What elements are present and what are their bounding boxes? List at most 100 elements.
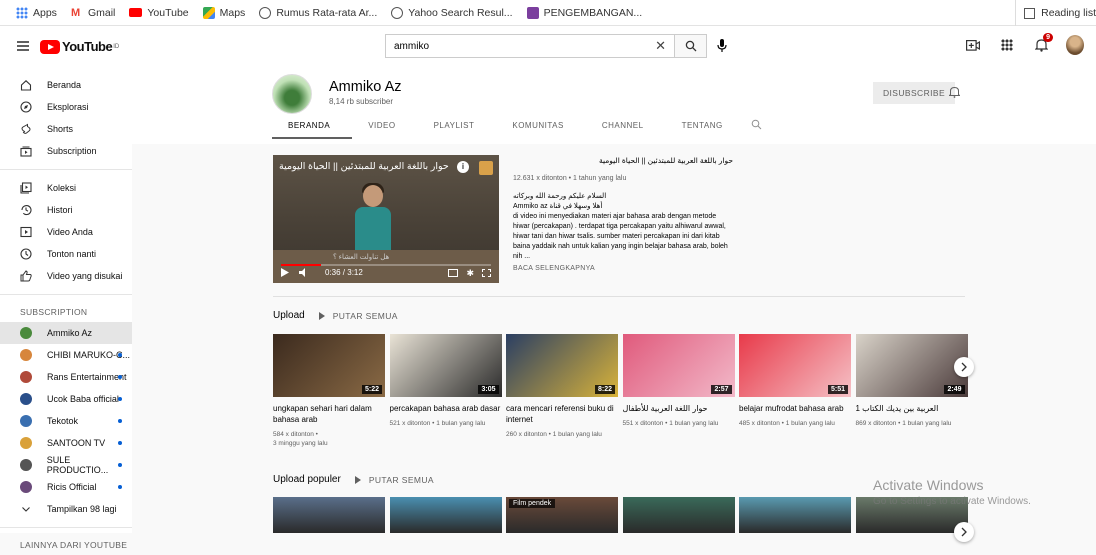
shelf-next-button[interactable]	[954, 357, 974, 377]
microphone-icon	[717, 39, 727, 52]
bookmark-apps[interactable]: Apps	[16, 6, 57, 19]
fullscreen-icon[interactable]	[482, 268, 491, 277]
tab-playlist[interactable]: PLAYLIST	[418, 121, 497, 139]
sidebar-item-subscription[interactable]: Subscription	[0, 140, 132, 162]
search-box[interactable]: ✕	[385, 34, 675, 58]
play-icon	[318, 311, 325, 320]
search-button[interactable]	[675, 34, 707, 58]
tab-komunitas[interactable]: KOMUNITAS	[496, 121, 585, 139]
video-title[interactable]: cara mencari referensi buku di internet	[506, 403, 618, 425]
volume-icon[interactable]	[299, 268, 309, 277]
channel-search-button[interactable]	[751, 119, 762, 139]
upload-shelf-title[interactable]: Upload	[273, 310, 305, 321]
bookmark-rumus[interactable]: Rumus Rata-rata Ar...	[259, 6, 377, 19]
info-icon[interactable]: i	[457, 161, 469, 173]
video-title[interactable]: حوار اللغة العربية للأطفال	[623, 403, 735, 414]
video-thumbnail[interactable]: 2:57	[622, 334, 735, 397]
video-duration: 8:22	[594, 385, 615, 394]
account-button[interactable]	[1066, 35, 1084, 55]
sidebar-subscription-item[interactable]: Ricis Official	[0, 476, 132, 498]
sidebar-item-koleksi[interactable]: Koleksi	[0, 177, 132, 199]
sidebar-subscription-item[interactable]: Ammiko Az	[0, 322, 132, 344]
popular-shelf-title[interactable]: Upload populer	[273, 474, 341, 485]
voice-search-button[interactable]	[712, 36, 732, 56]
video-thumbnail[interactable]: 3:05	[389, 334, 502, 397]
subtitles-icon[interactable]	[448, 268, 459, 277]
video-card[interactable]: 5:51 belajar mufrodat bahasa arab 485 x di…	[739, 334, 851, 428]
apps-button[interactable]	[998, 36, 1016, 54]
play-icon[interactable]	[281, 268, 289, 277]
reading-list-icon	[1024, 7, 1036, 19]
video-card[interactable]: 8:22 cara mencari referensi buku di inter…	[506, 334, 618, 439]
video-thumbnail[interactable]: 5:51	[739, 334, 851, 397]
search-input[interactable]	[394, 40, 654, 52]
video-duration: 5:22	[361, 385, 382, 394]
bookmark-youtube[interactable]: YouTube	[129, 7, 189, 19]
video-meta: 521 x ditonton • 1 bulan yang lalu	[389, 420, 486, 427]
youtube-icon	[129, 8, 143, 17]
unsubscribe-button[interactable]: DISUBSCRIBE	[873, 82, 956, 104]
bookmark-yahoo[interactable]: Yahoo Search Resul...	[391, 6, 513, 19]
notifications-button[interactable]: 9	[1032, 33, 1053, 54]
video-thumbnail[interactable]	[389, 497, 502, 533]
video-card[interactable]: 5:22 ungkapan sehari hari dalam bahasa ar…	[273, 334, 385, 448]
video-title[interactable]: ungkapan sehari hari dalam bahasa arab	[273, 403, 385, 425]
video-thumbnail[interactable]: 5:22	[273, 334, 385, 397]
video-title[interactable]: العربية بين يديك الكتاب 1	[856, 403, 968, 414]
create-video-button[interactable]	[964, 36, 982, 54]
video-card[interactable]: 3:05 percakapan bahasa arab dasar 521 x di…	[389, 334, 502, 428]
sidebar-subscription-item[interactable]: CHIBI MARUKO-C...	[0, 344, 132, 366]
subscription-label: Ammiko Az	[47, 328, 93, 338]
featured-video-player[interactable]: حوار باللغة العربية للمبتدئين || الحياة …	[273, 155, 499, 283]
new-content-dot	[118, 419, 122, 423]
video-thumbnail[interactable]: Film pendek	[506, 497, 618, 533]
reading-list-button[interactable]: Reading list	[1015, 0, 1096, 26]
video-thumbnail[interactable]	[622, 497, 735, 533]
tab-tentang[interactable]: TENTANG	[666, 121, 745, 139]
channel-header: Ammiko Az 8,14 rb subscriber DISUBSCRIBE…	[132, 68, 1096, 144]
compass-icon	[20, 101, 32, 113]
play-all-button[interactable]: PUTAR SEMUA	[354, 475, 434, 485]
search-icon	[751, 119, 762, 130]
sidebar-item-eksplorasi[interactable]: Eksplorasi	[0, 96, 132, 118]
video-card[interactable]: 2:49 العربية بين يديك الكتاب 1 869 x diton…	[855, 334, 968, 428]
bookmark-favicon-icon	[526, 6, 539, 19]
sidebar-subscription-item[interactable]: Ucok Baba official	[0, 388, 132, 410]
video-thumbnail[interactable]	[739, 497, 851, 533]
bookmark-maps[interactable]: Maps	[202, 6, 245, 19]
channel-notification-button[interactable]	[948, 85, 961, 103]
sidebar-item-tonton-nanti[interactable]: Tonton nanti	[0, 243, 132, 265]
play-all-button[interactable]: PUTAR SEMUA	[318, 311, 398, 321]
bookmark-pengembangan[interactable]: PENGEMBANGAN...	[526, 6, 642, 19]
settings-icon[interactable]: ✱	[466, 268, 474, 277]
youtube-play-icon	[40, 39, 60, 54]
sidebar-subscription-item[interactable]: Rans Entertainment	[0, 366, 132, 388]
player-progress-bar[interactable]	[281, 264, 491, 266]
sidebar-item-histori[interactable]: Histori	[0, 199, 132, 221]
tab-beranda[interactable]: BERANDA	[272, 121, 353, 139]
bookmark-gmail[interactable]: M Gmail	[71, 7, 115, 19]
featured-video-title[interactable]: حوار باللغة العربية للمبتدئين || الحياة …	[513, 156, 733, 166]
show-more-button[interactable]: Tampilkan 98 lagi	[0, 498, 132, 520]
sidebar-item-beranda[interactable]: Beranda	[0, 74, 132, 96]
read-more-button[interactable]: BACA SELENGKAPNYA	[513, 264, 733, 274]
sidebar-subscription-item[interactable]: Tekotok	[0, 410, 132, 432]
video-title[interactable]: percakapan bahasa arab dasar	[390, 403, 502, 414]
sidebar-item-video-disukai[interactable]: Video yang disukai	[0, 265, 132, 287]
menu-icon[interactable]	[17, 41, 29, 51]
video-thumbnail[interactable]: 8:22	[506, 334, 618, 397]
clear-search-icon[interactable]: ✕	[655, 38, 666, 54]
sidebar-item-shorts[interactable]: Shorts	[0, 118, 132, 140]
player-title-overlay: حوار باللغة العربية للمبتدئين || الحياة …	[279, 161, 449, 172]
video-card[interactable]: 2:57 حوار اللغة العربية للأطفال 551 x dito…	[622, 334, 735, 428]
video-title[interactable]: belajar mufrodat bahasa arab	[739, 403, 851, 414]
video-thumbnail[interactable]	[273, 497, 385, 533]
youtube-logo[interactable]: YouTube ID	[40, 39, 119, 54]
tab-video[interactable]: VIDEO	[352, 121, 417, 139]
sidebar-subscription-item[interactable]: SANTOON TV	[0, 432, 132, 454]
tab-channel[interactable]: CHANNEL	[586, 121, 666, 139]
sidebar-item-video-anda[interactable]: Video Anda	[0, 221, 132, 243]
shelf-next-button[interactable]	[954, 522, 974, 542]
video-thumbnail[interactable]: 2:49	[855, 334, 968, 397]
sidebar-subscription-item[interactable]: SULE PRODUCTIO...	[0, 454, 132, 476]
